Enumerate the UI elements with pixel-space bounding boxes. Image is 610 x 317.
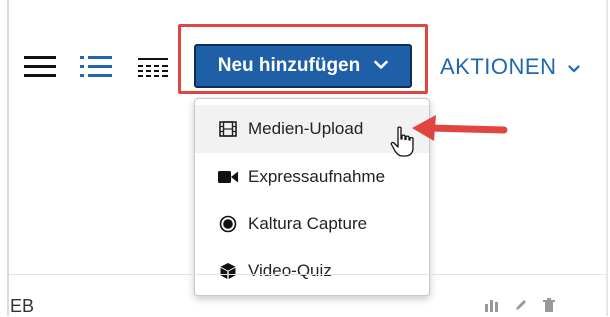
red-arrow-annotation: [408, 112, 508, 151]
compact-view-icon[interactable]: [138, 56, 168, 83]
menu-item-label: Medien-Upload: [248, 119, 364, 138]
record-circle-icon: [218, 214, 238, 234]
cube-icon: [218, 261, 238, 281]
hand-pointer-cursor-icon: [390, 126, 416, 163]
list-divider: [9, 274, 606, 275]
entry-title: EB: [10, 296, 35, 316]
video-camera-icon: [218, 167, 238, 187]
film-icon: [218, 119, 238, 139]
edit-pencil-icon[interactable]: [514, 298, 528, 317]
menu-item-label: Expressaufnahme: [248, 167, 386, 186]
chevron-down-icon: [568, 54, 581, 80]
right-border: [606, 0, 608, 316]
left-border: [7, 0, 9, 316]
actions-menu[interactable]: AKTIONEN: [440, 52, 581, 82]
menu-item-label: Kaltura Capture: [248, 214, 368, 233]
add-new-button-label: Neu hinzufügen: [217, 55, 361, 76]
list-view-icon[interactable]: [80, 56, 112, 83]
trash-icon[interactable]: [542, 298, 556, 317]
menu-item-kaltura-capture[interactable]: Kaltura Capture: [195, 200, 429, 248]
add-new-button[interactable]: Neu hinzufügen: [194, 44, 412, 88]
menu-item-label: Video-Quiz: [248, 261, 332, 280]
row-actions: [484, 298, 556, 317]
actions-label: AKTIONEN: [440, 54, 557, 79]
analytics-icon[interactable]: [484, 298, 500, 317]
hamburger-menu-icon[interactable]: [24, 56, 56, 83]
chevron-down-icon: [374, 54, 389, 76]
menu-item-video-quiz[interactable]: Video-Quiz: [195, 247, 429, 295]
